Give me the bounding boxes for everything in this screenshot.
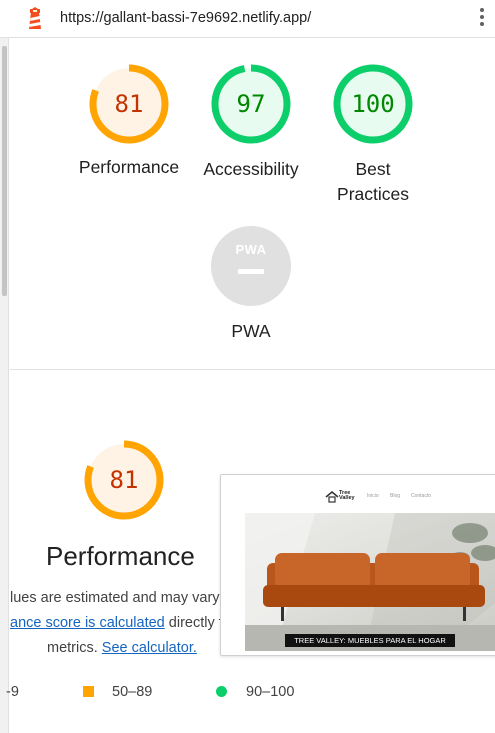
performance-heading: Performance <box>46 541 195 571</box>
description-text: directly f <box>164 615 223 631</box>
site-nav-item: Contacto <box>411 493 432 499</box>
url-text[interactable]: https://gallant-bassi-7e9692.netlify.app… <box>60 10 311 26</box>
site-nav-item: Inicio <box>367 493 379 499</box>
final-screenshot-thumbnail[interactable]: Tree Valley Inicio Blog Contacto TREE VA… <box>220 474 495 656</box>
lighthouse-icon <box>29 7 41 29</box>
best-practices-score: 100 <box>351 90 395 118</box>
best-practices-gauge[interactable]: 100 <box>333 64 413 144</box>
performance-description-line1: lues are estimated and may vary <box>10 590 220 606</box>
legend-average-range: 50–89 <box>112 684 153 700</box>
legend-fail-range: -9 <box>6 684 19 700</box>
performance-description-line3: metrics. See calculator. <box>47 640 197 656</box>
performance-score: 81 <box>114 90 144 118</box>
accessibility-score: 97 <box>236 90 266 118</box>
pwa-badge-text: PWA <box>235 242 267 257</box>
legend-pass-circle-icon <box>216 686 227 697</box>
pwa-label[interactable]: PWA <box>191 319 311 344</box>
performance-description-line2: ance score is calculated directly f <box>10 615 223 631</box>
pwa-dash-icon <box>238 269 264 274</box>
hero-image: TREE VALLEY: MUEBLES PARA EL HOGAR <box>245 513 495 651</box>
best-practices-label-line1: Best <box>355 159 391 179</box>
scrollbar-thumb[interactable] <box>2 46 7 296</box>
legend-average-square-icon <box>83 686 94 697</box>
performance-gauge[interactable]: 81 <box>89 64 169 144</box>
scrollbar[interactable] <box>0 38 9 733</box>
metrics-text: metrics. <box>47 640 102 656</box>
site-brand-line2: Valley <box>339 495 355 501</box>
address-bar: https://gallant-bassi-7e9692.netlify.app… <box>0 0 495 38</box>
performance-detail-score: 81 <box>109 466 139 494</box>
kebab-menu-icon[interactable] <box>478 8 486 32</box>
hero-caption: TREE VALLEY: MUEBLES PARA EL HOGAR <box>285 634 455 647</box>
score-calculated-link[interactable]: ance score is calculated <box>10 615 165 631</box>
legend-pass-range: 90–100 <box>246 684 295 700</box>
accessibility-gauge[interactable]: 97 <box>211 64 291 144</box>
site-brand: Tree Valley <box>339 490 355 501</box>
performance-label[interactable]: Performance <box>69 155 189 180</box>
best-practices-label-line2: Practices <box>337 184 409 204</box>
site-nav-item: Blog <box>390 493 401 499</box>
best-practices-label[interactable]: Best Practices <box>313 157 433 207</box>
pwa-badge[interactable]: PWA <box>211 226 291 306</box>
see-calculator-link[interactable]: See calculator. <box>102 640 197 656</box>
accessibility-label[interactable]: Accessibility <box>191 157 311 182</box>
section-divider <box>10 369 495 370</box>
sofa-illustration <box>245 513 495 651</box>
performance-detail-gauge: 81 <box>84 440 164 520</box>
